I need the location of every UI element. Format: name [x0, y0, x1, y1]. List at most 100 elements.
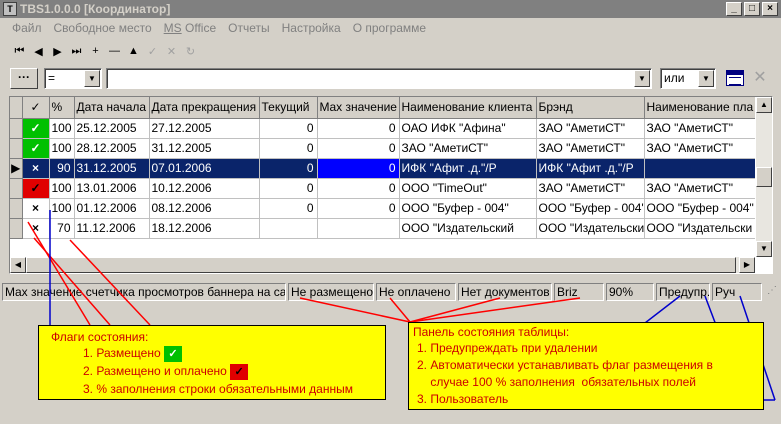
pct-cell[interactable]: 100: [49, 118, 75, 139]
status-flag-cell[interactable]: ✓: [22, 118, 50, 139]
start-date-cell[interactable]: 25.12.2005: [74, 118, 150, 139]
pct-cell[interactable]: 100: [49, 138, 75, 159]
start-date-cell[interactable]: 01.12.2006: [74, 198, 150, 219]
maximize-button[interactable]: □: [744, 2, 760, 16]
row-indicator-cell[interactable]: ▶: [10, 158, 23, 179]
app-icon[interactable]: T: [3, 2, 17, 16]
first-record-icon[interactable]: ⏮: [10, 41, 29, 61]
max-value-cell[interactable]: 0: [317, 138, 400, 159]
chevron-down-icon[interactable]: ▼: [634, 70, 650, 87]
status-panel-manual[interactable]: Руч: [712, 283, 762, 301]
client-name-cell[interactable]: ОАО ИФК "Афина": [399, 118, 537, 139]
max-value-cell[interactable]: 0: [317, 118, 400, 139]
current-cell[interactable]: 0: [259, 198, 318, 219]
status-panel-warn-delete[interactable]: Предупр.: [656, 283, 710, 301]
table-row[interactable]: × 100 01.12.2006 08.12.2006 0 0 ООО "Буфер - 0…: [10, 198, 755, 219]
chevron-down-icon[interactable]: ▼: [84, 70, 100, 87]
row-indicator-cell[interactable]: [10, 118, 23, 139]
filter-value-input[interactable]: ▼: [106, 68, 652, 89]
row-indicator-cell[interactable]: [10, 198, 23, 219]
next-record-icon[interactable]: ▶: [48, 41, 67, 61]
end-date-cell[interactable]: 08.12.2006: [149, 198, 260, 219]
status-flag-cell[interactable]: ✓: [22, 138, 50, 159]
scroll-up-button[interactable]: ▲: [756, 97, 772, 113]
current-cell[interactable]: 0: [259, 178, 318, 199]
end-date-cell[interactable]: 07.01.2006: [149, 158, 260, 179]
close-button[interactable]: ×: [762, 2, 778, 16]
start-date-cell[interactable]: 13.01.2006: [74, 178, 150, 199]
table-row[interactable]: ✓ 100 25.12.2005 27.12.2005 0 0 ОАО ИФК "Афина…: [10, 118, 755, 139]
scroll-left-button[interactable]: ◀: [10, 257, 26, 273]
menu-reports[interactable]: Отчеты: [222, 18, 275, 38]
apply-filter-table-icon[interactable]: [726, 70, 744, 86]
start-date-cell[interactable]: 31.12.2005: [74, 158, 150, 179]
end-date-cell[interactable]: 27.12.2005: [149, 118, 260, 139]
placement-name-cell[interactable]: [644, 158, 755, 179]
scroll-right-button[interactable]: ▶: [739, 257, 755, 273]
status-flag-cell[interactable]: ×: [22, 198, 50, 219]
brand-cell[interactable]: ЗАО "АметиСТ": [536, 118, 645, 139]
chevron-down-icon[interactable]: ▼: [698, 70, 714, 87]
max-value-cell[interactable]: 0: [317, 178, 400, 199]
edit-record-icon[interactable]: ▲: [124, 41, 143, 61]
header-end-date[interactable]: Дата прекращения: [149, 97, 260, 119]
header-client-name[interactable]: Наименование клиента: [399, 97, 537, 119]
current-cell[interactable]: 0: [259, 138, 318, 159]
pct-cell[interactable]: 100: [49, 178, 75, 199]
brand-cell[interactable]: ЗАО "АметиСТ": [536, 138, 645, 159]
brand-cell[interactable]: ЗАО "АметиСТ": [536, 178, 645, 199]
brand-cell[interactable]: ООО "Буфер - 004": [536, 198, 645, 219]
size-grip-icon[interactable]: ⋰: [767, 285, 779, 299]
header-current[interactable]: Текущий: [259, 97, 318, 119]
brand-cell[interactable]: ООО "Издательски: [536, 218, 645, 239]
current-cell[interactable]: 0: [259, 118, 318, 139]
prev-record-icon[interactable]: ◀: [29, 41, 48, 61]
row-indicator-cell[interactable]: [10, 218, 23, 239]
table-row[interactable]: × 70 11.12.2006 18.12.2006 ООО "Издательский…: [10, 218, 755, 239]
placement-name-cell[interactable]: ООО "Издательски: [644, 218, 755, 239]
status-flag-cell[interactable]: ×: [22, 158, 50, 179]
filter-logic-select[interactable]: или ▼: [660, 68, 716, 89]
row-indicator-cell[interactable]: [10, 138, 23, 159]
refresh-icon[interactable]: ↻: [181, 41, 200, 61]
table-row[interactable]: ✓ 100 28.12.2005 31.12.2005 0 0 ЗАО "АметиСТ" З…: [10, 138, 755, 159]
header-max-value[interactable]: Max значение: [317, 97, 400, 119]
add-record-icon[interactable]: +: [86, 41, 105, 61]
pct-cell[interactable]: 70: [49, 218, 75, 239]
menu-free-space[interactable]: Свободное место: [48, 18, 158, 38]
client-name-cell[interactable]: ЗАО "АметиСТ": [399, 138, 537, 159]
scroll-down-button[interactable]: ▼: [756, 241, 772, 257]
placement-name-cell[interactable]: ЗАО "АметиСТ": [644, 138, 755, 159]
max-value-cell[interactable]: 0: [317, 198, 400, 219]
menu-ms-office[interactable]: MS Office: [158, 18, 222, 38]
header-start-date[interactable]: Дата начала: [74, 97, 150, 119]
delete-record-icon[interactable]: —: [105, 41, 124, 61]
last-record-icon[interactable]: ⏭: [67, 41, 86, 61]
max-value-cell[interactable]: [317, 218, 400, 239]
row-indicator-cell[interactable]: [10, 178, 23, 199]
menu-file[interactable]: Файл: [6, 18, 48, 38]
placement-name-cell[interactable]: ЗАО "АметиСТ": [644, 118, 755, 139]
vertical-scrollbar[interactable]: ▲ ▼: [756, 97, 772, 257]
brand-cell[interactable]: ИФК "Афит .д."/Р: [536, 158, 645, 179]
data-grid[interactable]: ✓ % Дата начала Дата прекращения Текущий…: [9, 96, 773, 274]
filter-operator-select[interactable]: = ▼: [44, 68, 102, 89]
table-row[interactable]: ✓ 100 13.01.2006 10.12.2006 0 0 ООО "TimeOut" З…: [10, 178, 755, 199]
start-date-cell[interactable]: 28.12.2005: [74, 138, 150, 159]
table-row[interactable]: ▶ × 90 31.12.2005 07.01.2006 0 0 ИФК "Афит .д."…: [10, 158, 755, 179]
horizontal-scrollbar[interactable]: ◀ ▶: [10, 257, 755, 273]
header-flag-cell[interactable]: ✓: [22, 97, 50, 119]
client-name-cell[interactable]: ООО "Буфер - 004": [399, 198, 537, 219]
header-placement-name[interactable]: Наименование пла: [644, 97, 755, 119]
filter-field-button[interactable]: ···: [10, 68, 38, 89]
header-brand[interactable]: Брэнд: [536, 97, 645, 119]
clear-filter-icon[interactable]: ✕: [751, 68, 769, 88]
cancel-record-icon[interactable]: ✕: [162, 41, 181, 61]
post-record-icon[interactable]: ✓: [143, 41, 162, 61]
minimize-button[interactable]: _: [726, 2, 742, 16]
menu-settings[interactable]: Настройка: [276, 18, 347, 38]
placement-name-cell[interactable]: ЗАО "АметиСТ": [644, 178, 755, 199]
client-name-cell[interactable]: ИФК "Афит .д."/Р: [399, 158, 537, 179]
pct-cell[interactable]: 90: [49, 158, 75, 179]
current-cell[interactable]: [259, 218, 318, 239]
